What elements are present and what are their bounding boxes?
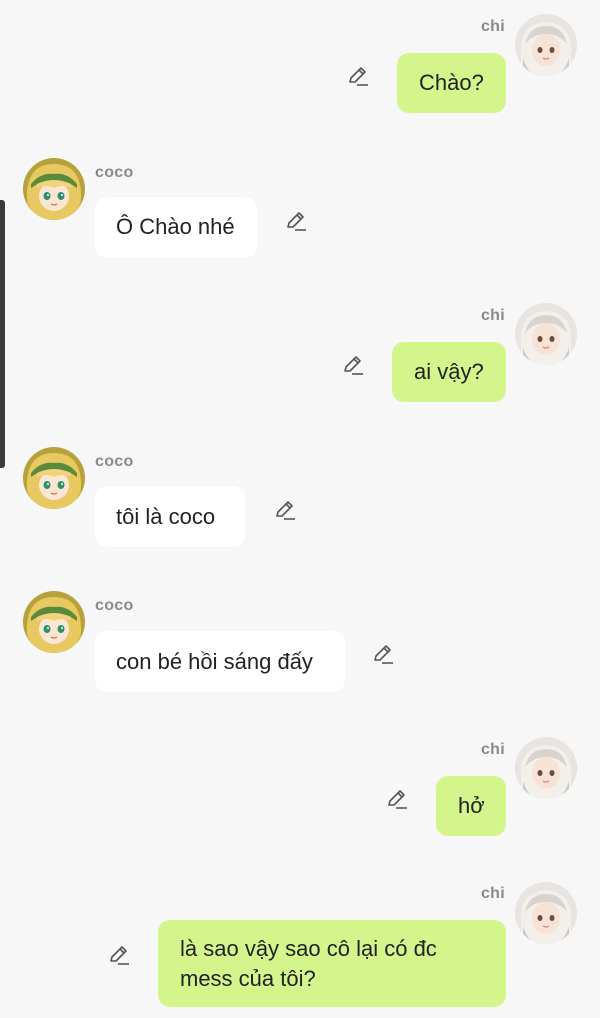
message-text: tôi là coco	[116, 504, 216, 529]
message-text: ai vậy?	[414, 359, 484, 384]
sender-name: chi	[480, 307, 505, 324]
message-text: con bé hồi sáng đấy	[116, 649, 313, 674]
message-bubble[interactable]: con bé hồi sáng đấy	[95, 631, 345, 692]
pencil-edit-icon[interactable]	[272, 497, 298, 523]
avatar-chi[interactable]	[515, 14, 577, 76]
avatar-chi[interactable]	[515, 737, 577, 799]
sender-name: coco	[95, 453, 134, 470]
pencil-edit-icon[interactable]	[370, 641, 396, 667]
pencil-edit-icon[interactable]	[345, 63, 371, 89]
message-text: Ô Chào nhé	[116, 214, 235, 239]
avatar-chi[interactable]	[515, 303, 577, 365]
message-bubble[interactable]: ai vậy?	[392, 342, 506, 402]
sender-name: chi	[480, 741, 505, 758]
sender-name: coco	[95, 597, 134, 614]
scroll-indicator[interactable]	[0, 200, 5, 468]
avatar-coco[interactable]	[23, 591, 85, 653]
message-bubble[interactable]: tôi là coco	[95, 486, 245, 547]
pencil-edit-icon[interactable]	[340, 352, 366, 378]
message-bubble[interactable]: Ô Chào nhé	[95, 197, 257, 258]
avatar-coco[interactable]	[23, 447, 85, 509]
pencil-edit-icon[interactable]	[283, 208, 309, 234]
sender-name: chi	[480, 885, 505, 902]
message-text: Chào?	[419, 70, 484, 95]
pencil-edit-icon[interactable]	[384, 786, 410, 812]
message-text: là sao vậy sao cô lại có đc mess của tôi…	[180, 936, 437, 991]
pencil-edit-icon[interactable]	[106, 942, 132, 968]
message-bubble[interactable]: là sao vậy sao cô lại có đc mess của tôi…	[158, 920, 506, 1007]
avatar-coco[interactable]	[23, 158, 85, 220]
sender-name: chi	[480, 18, 505, 35]
sender-name: coco	[95, 164, 134, 181]
message-bubble[interactable]: Chào?	[397, 53, 506, 113]
avatar-chi[interactable]	[515, 882, 577, 944]
message-text: hở	[458, 793, 485, 818]
message-bubble[interactable]: hở	[436, 776, 506, 836]
